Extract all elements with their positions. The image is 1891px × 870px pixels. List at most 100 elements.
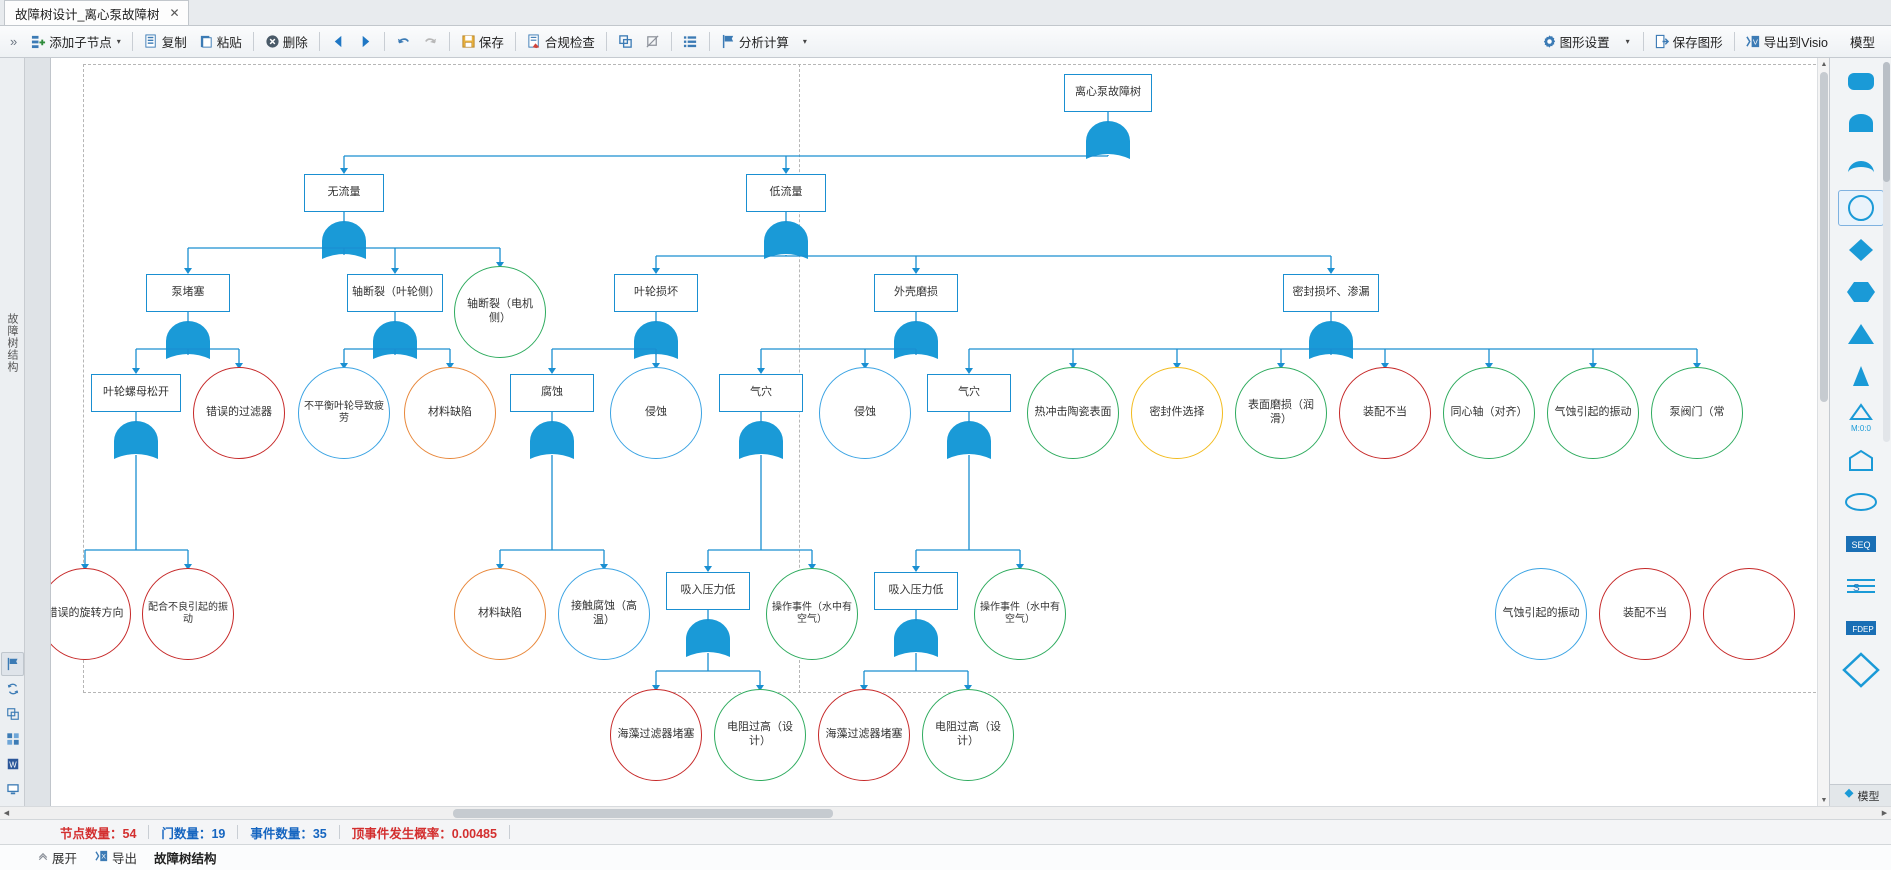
fault-tree-basic-event[interactable]: 气蚀引起的振动 [1547, 367, 1639, 459]
fault-tree-event-box[interactable]: 泵堵塞 [146, 274, 230, 312]
fault-tree-basic-event[interactable]: 海藻过滤器堵塞 [818, 689, 910, 781]
copy-button[interactable]: 复制 [138, 30, 193, 54]
fault-tree-basic-event[interactable]: 密封件选择 [1131, 367, 1223, 459]
shape-fdep[interactable]: FDEP [1838, 610, 1884, 646]
fault-tree-basic-event[interactable]: 表面磨损（润滑） [1235, 367, 1327, 459]
shape-triangle-up[interactable] [1838, 316, 1884, 352]
hide-button[interactable] [639, 30, 666, 54]
fault-tree-event-box[interactable]: 气穴 [927, 374, 1011, 412]
and-gate-symbol[interactable] [530, 421, 574, 459]
scroll-right-icon[interactable]: ▶ [1878, 807, 1891, 820]
fault-tree-basic-event[interactable]: 材料缺陷 [404, 367, 496, 459]
fault-tree-basic-event[interactable]: 侵蚀 [819, 367, 911, 459]
fault-tree-event-box[interactable]: 气穴 [719, 374, 803, 412]
and-gate-symbol[interactable] [114, 421, 158, 459]
fault-tree-basic-event[interactable]: 错误的旋转方向 [51, 568, 131, 660]
canvas-vertical-scrollbar[interactable]: ▲ ▼ [1817, 58, 1829, 806]
horizontal-scroll-thumb[interactable] [453, 808, 833, 818]
and-gate-symbol[interactable] [166, 321, 210, 359]
and-gate-symbol[interactable] [322, 221, 366, 259]
canvas-horizontal-scrollbar[interactable]: ◀ ▶ [0, 806, 1891, 819]
shape-seq[interactable]: SEQ [1838, 526, 1884, 562]
undo-button[interactable] [390, 30, 417, 54]
shape-s-gate[interactable]: S [1838, 568, 1884, 604]
add-child-node-button[interactable]: 添加子节点 ▾ [25, 30, 127, 54]
fault-tree-event-box[interactable]: 无流量 [304, 174, 384, 212]
close-icon[interactable]: ✕ [169, 6, 179, 20]
export-visio-button[interactable]: V 导出到Visio [1740, 30, 1834, 54]
layers-icon[interactable] [1, 702, 24, 726]
fault-tree-basic-event[interactable]: 气蚀引起的振动 [1495, 568, 1587, 660]
fault-tree-basic-event[interactable]: 电阻过高（设计） [922, 689, 1014, 781]
graphic-settings-chevron-down-icon[interactable]: ▾ [1618, 37, 1638, 46]
export-button[interactable]: X 导出 [86, 847, 146, 869]
and-gate-symbol[interactable] [373, 321, 417, 359]
vertical-scroll-thumb[interactable] [1820, 72, 1828, 402]
list-button[interactable] [677, 30, 704, 54]
paste-button[interactable]: 粘贴 [193, 30, 248, 54]
shape-arc[interactable] [1838, 148, 1884, 184]
fault-tree-basic-event[interactable]: 操作事件（水中有空气） [974, 568, 1066, 660]
grid-icon[interactable] [1, 727, 24, 751]
fault-tree-event-box[interactable]: 叶轮损坏 [614, 274, 698, 312]
expand-button[interactable]: 展开 [28, 847, 86, 869]
shape-house[interactable] [1838, 442, 1884, 478]
shape-m0c0[interactable]: M:0:0 [1838, 400, 1884, 436]
fault-tree-basic-event[interactable]: 泵阀门（常 [1651, 367, 1743, 459]
save-graphic-button[interactable]: 保存图形 [1649, 30, 1729, 54]
flag-icon[interactable] [1, 652, 24, 676]
shape-big-diamond[interactable] [1838, 652, 1884, 688]
prev-button[interactable] [325, 30, 352, 54]
fault-tree-basic-event[interactable]: 错误的过滤器 [193, 367, 285, 459]
and-gate-symbol[interactable] [894, 321, 938, 359]
graphic-settings-button[interactable]: 图形设置 [1536, 30, 1616, 54]
fault-tree-basic-event[interactable]: 轴断裂（电机侧） [454, 266, 546, 358]
and-gate-symbol[interactable] [947, 421, 991, 459]
scroll-down-icon[interactable]: ▼ [1818, 794, 1829, 806]
word-icon[interactable]: W [1, 752, 24, 776]
fault-tree-event-box[interactable]: 叶轮螺母松开 [91, 374, 181, 412]
and-gate-symbol[interactable] [686, 619, 730, 657]
save-button[interactable]: 保存 [455, 30, 510, 54]
fault-tree-event-box[interactable]: 吸入压力低 [666, 572, 750, 610]
fault-tree-basic-event[interactable]: 海藻过滤器堵塞 [610, 689, 702, 781]
monitor-icon[interactable] [1, 777, 24, 801]
fault-tree-basic-event[interactable]: 热冲击陶瓷表面 [1027, 367, 1119, 459]
fault-tree-event-box[interactable]: 低流量 [746, 174, 826, 212]
shape-hexagon[interactable] [1838, 274, 1884, 310]
fault-tree-basic-event[interactable]: 侵蚀 [610, 367, 702, 459]
shape-ellipse[interactable] [1838, 484, 1884, 520]
scroll-left-icon[interactable]: ◀ [0, 807, 13, 820]
fault-tree-basic-event[interactable]: 同心轴（对齐） [1443, 367, 1535, 459]
and-gate-symbol[interactable] [764, 221, 808, 259]
compliance-check-button[interactable]: 合规检查 [521, 30, 601, 54]
fault-tree-event-box[interactable]: 外壳磨损 [874, 274, 958, 312]
fault-tree-event-box[interactable]: 轴断裂（叶轮侧） [347, 274, 443, 312]
fault-tree-canvas[interactable]: 离心泵故障树 无流量 低流量 泵堵塞 轴断裂（叶轮侧） 轴断裂（电机侧） 叶轮损坏 外壳磨损密… [51, 58, 1829, 806]
horizontal-scroll-track[interactable] [13, 807, 1878, 819]
analysis-chevron-down-icon[interactable]: ▾ [797, 37, 813, 46]
palette-scroll-thumb[interactable] [1883, 62, 1890, 182]
fault-tree-basic-event[interactable]: 接触腐蚀（高温） [558, 568, 650, 660]
analysis-calc-button[interactable]: 分析计算 [715, 30, 795, 54]
fault-tree-basic-event[interactable]: 装配不当 [1599, 568, 1691, 660]
fault-tree-basic-event[interactable]: 配合不良引起的振动 [142, 568, 234, 660]
toolbar-overflow-icon[interactable]: » [6, 34, 25, 49]
scroll-up-icon[interactable]: ▲ [1818, 58, 1829, 70]
shape-circle[interactable] [1837, 190, 1884, 226]
fault-tree-basic-event[interactable]: 电阻过高（设计） [714, 689, 806, 781]
diagram-canvas-container[interactable]: 离心泵故障树 无流量 低流量 泵堵塞 轴断裂（叶轮侧） 轴断裂（电机侧） 叶轮损坏 外壳磨损密… [51, 58, 1829, 806]
palette-footer[interactable]: 模型 [1830, 784, 1891, 806]
chevron-down-icon[interactable]: ▾ [117, 37, 121, 46]
fault-tree-basic-event[interactable]: 装配不当 [1339, 367, 1431, 459]
delete-button[interactable]: 删除 [259, 30, 314, 54]
and-gate-symbol[interactable] [739, 421, 783, 459]
fault-tree-basic-event[interactable]: 操作事件（水中有空气） [766, 568, 858, 660]
and-gate-symbol[interactable] [634, 321, 678, 359]
shape-triangle-narrow[interactable] [1838, 358, 1884, 394]
fault-tree-basic-event[interactable] [1703, 568, 1795, 660]
fault-tree-event-box[interactable]: 密封损坏、渗漏 [1283, 274, 1379, 312]
fault-tree-event-box[interactable]: 离心泵故障树 [1064, 74, 1152, 112]
and-gate-symbol[interactable] [1309, 321, 1353, 359]
refresh-icon[interactable] [1, 677, 24, 701]
